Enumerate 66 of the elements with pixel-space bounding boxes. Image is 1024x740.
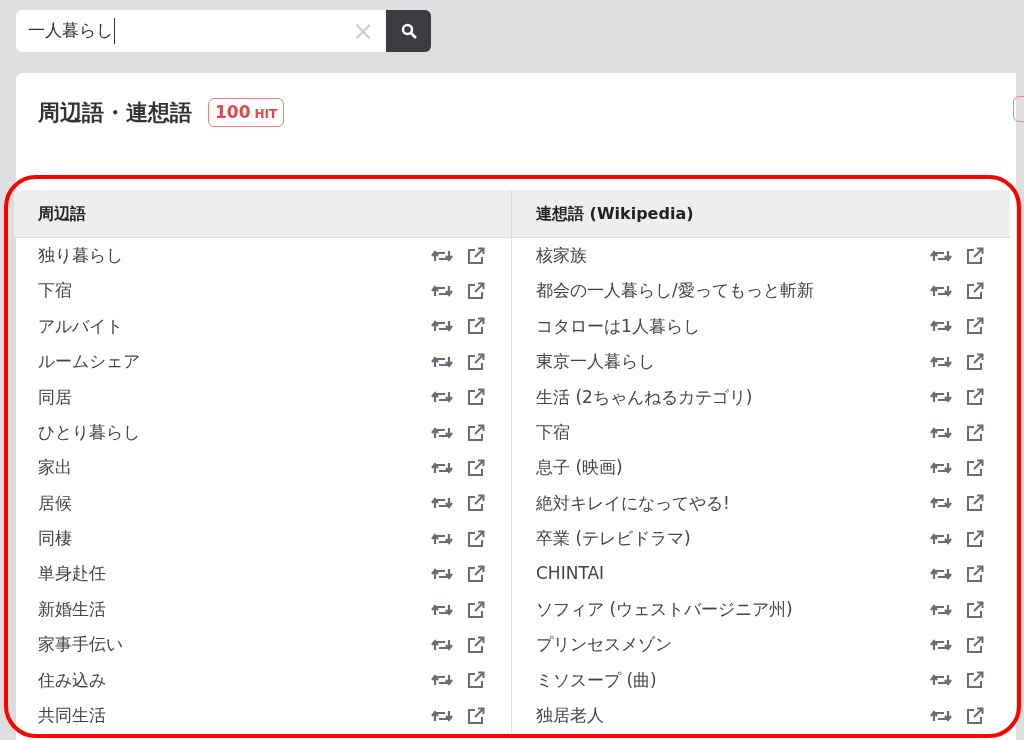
search-button[interactable]	[386, 10, 431, 52]
result-word[interactable]: プリンセスメゾン	[536, 632, 672, 658]
result-word[interactable]: ルームシェア	[38, 349, 140, 375]
external-link-icon[interactable]	[467, 600, 485, 619]
external-link-icon[interactable]	[966, 565, 984, 584]
column-header: 周辺語	[38, 202, 86, 225]
external-link-icon[interactable]	[467, 423, 485, 442]
result-word[interactable]: CHINTAI	[536, 561, 605, 587]
hit-count-badge: 100 HIT	[208, 97, 285, 128]
result-word[interactable]: ミソスープ (曲)	[536, 667, 657, 694]
external-link-icon[interactable]	[467, 494, 485, 513]
external-link-icon[interactable]	[467, 636, 485, 654]
result-word[interactable]: 家事手伝い	[38, 632, 123, 658]
external-link-icon[interactable]	[966, 388, 984, 407]
external-link-icon[interactable]	[467, 282, 485, 301]
result-word[interactable]: 同棲	[38, 526, 72, 552]
external-link-icon[interactable]	[966, 706, 984, 725]
column-header: 連想語 (Wikipedia)	[536, 202, 694, 225]
external-link-icon[interactable]	[966, 352, 984, 371]
external-link-icon[interactable]	[966, 282, 984, 301]
result-word[interactable]: 独居老人	[536, 703, 604, 729]
external-link-icon[interactable]	[966, 671, 984, 690]
external-link-icon[interactable]	[966, 246, 984, 265]
external-link-icon[interactable]	[467, 352, 485, 371]
result-word[interactable]: 核家族	[536, 242, 587, 269]
result-word[interactable]: 生活 (2ちゃんねるカテゴリ)	[536, 384, 753, 410]
repeat-icon[interactable]	[431, 637, 453, 653]
repeat-icon[interactable]	[930, 637, 952, 653]
external-link-icon[interactable]	[467, 706, 485, 725]
result-word[interactable]: 下宿	[536, 419, 570, 446]
section-title: 周辺語・連想語	[38, 99, 192, 127]
search-icon	[400, 23, 417, 39]
result-word[interactable]: 住み込み	[38, 667, 106, 694]
external-link-icon[interactable]	[966, 636, 984, 654]
external-link-icon[interactable]	[966, 423, 984, 442]
result-word[interactable]: 家出	[38, 455, 72, 481]
external-link-icon[interactable]	[467, 529, 485, 548]
external-link-icon[interactable]	[966, 459, 984, 478]
external-link-icon[interactable]	[467, 246, 485, 265]
external-link-icon[interactable]	[966, 494, 984, 513]
external-link-icon[interactable]	[467, 317, 485, 336]
result-word[interactable]: 東京一人暮らし	[536, 349, 655, 375]
result-word[interactable]: 同居	[38, 384, 72, 410]
result-word[interactable]: 単身赴任	[38, 561, 106, 587]
external-link-icon[interactable]	[467, 565, 485, 584]
external-link-icon[interactable]	[966, 317, 984, 336]
result-word[interactable]: ソフィア (ウェストバージニア州)	[536, 596, 793, 623]
external-link-icon[interactable]	[467, 459, 485, 478]
result-word[interactable]: コタローは1人暮らし	[536, 313, 700, 340]
result-word[interactable]: 居候	[38, 490, 72, 517]
result-word[interactable]: 共同生活	[38, 703, 106, 729]
external-link-icon[interactable]	[467, 388, 485, 407]
result-word[interactable]: 新婚生活	[38, 596, 106, 623]
result-word[interactable]: 独り暮らし	[38, 242, 123, 269]
search-field[interactable]: 一人暮らし ×	[16, 10, 386, 52]
result-word[interactable]: 絶対キレイになってやる!	[536, 490, 730, 517]
result-word[interactable]: 卒業 (テレビドラマ)	[536, 526, 691, 552]
external-link-icon[interactable]	[966, 600, 984, 619]
result-word[interactable]: 下宿	[38, 278, 72, 304]
search-text: 一人暮らし	[28, 18, 115, 44]
external-link-icon[interactable]	[966, 529, 984, 548]
result-word[interactable]: 都会の一人暮らし/愛ってもっと斬新	[536, 278, 814, 304]
external-link-icon[interactable]	[467, 671, 485, 690]
result-word[interactable]: 息子 (映画)	[536, 455, 623, 481]
result-word[interactable]: アルバイト	[38, 313, 123, 340]
result-word[interactable]: ひとり暮らし	[38, 419, 140, 446]
